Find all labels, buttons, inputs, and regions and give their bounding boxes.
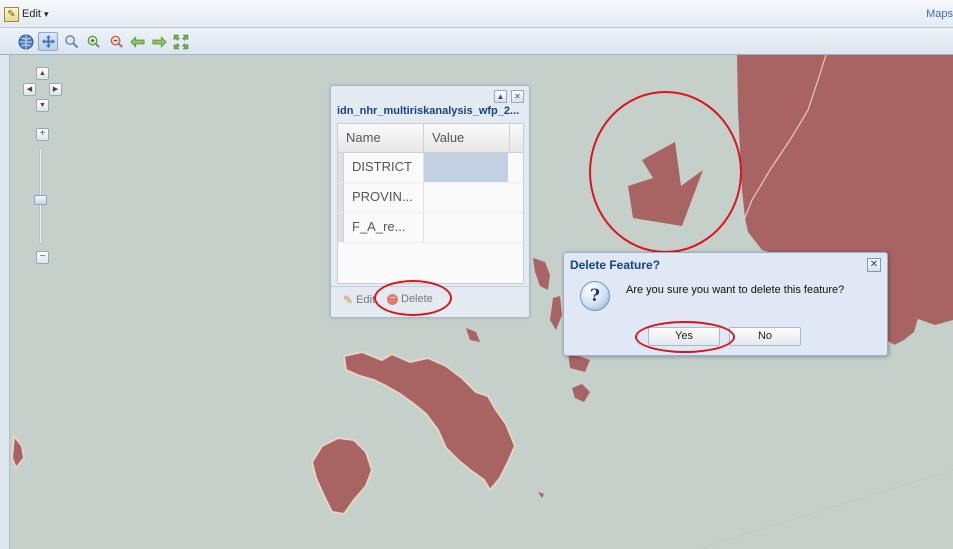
left-collapse-strip[interactable] [0, 55, 10, 549]
table-row[interactable]: DISTRICT [338, 153, 523, 183]
edit-tools-icon: ✎ [4, 6, 19, 22]
zoom-slider-thumb[interactable] [34, 195, 47, 205]
zoom-in-button[interactable]: + [36, 128, 49, 141]
row-value[interactable] [424, 153, 508, 182]
yes-highlight-circle [635, 321, 735, 353]
dialog-title: Delete Feature? [570, 258, 661, 272]
pan-up-button[interactable]: ▲ [36, 67, 49, 80]
row-name: DISTRICT [344, 153, 424, 182]
grid-header: Name Value [338, 124, 523, 153]
attribute-grid: Name Value DISTRICT PROVIN... F_A_re... [337, 123, 524, 284]
zoom-in-icon[interactable] [83, 32, 103, 51]
chevron-down-icon: ▾ [43, 8, 49, 19]
pan-left-button[interactable]: ◀ [23, 83, 36, 96]
collapse-icon[interactable]: ▲ [494, 90, 507, 103]
globe-icon[interactable] [16, 32, 36, 51]
dialog-message: Are you sure you want to delete this fea… [626, 284, 845, 296]
popup-title: idn_nhr_multiriskanalysis_wfp_2... [337, 105, 520, 117]
feature-highlight-circle [589, 91, 742, 253]
close-icon[interactable]: ✕ [867, 258, 881, 272]
no-button[interactable]: No [729, 327, 801, 346]
zoom-box-icon[interactable] [61, 32, 81, 51]
edit-menu-label: Edit [22, 8, 41, 20]
row-name: F_A_re... [344, 213, 424, 242]
table-row[interactable]: PROVIN... [338, 183, 523, 213]
pencil-icon: ✎ [343, 293, 354, 307]
top-bar: ✎ Edit ▾ Maps [0, 0, 953, 28]
zoom-out-button[interactable]: − [36, 251, 49, 264]
edit-label: Edit [356, 294, 376, 306]
back-icon[interactable] [127, 32, 147, 51]
row-value[interactable] [424, 213, 508, 242]
column-header-value[interactable]: Value [424, 124, 510, 152]
pan-down-button[interactable]: ▼ [36, 99, 49, 112]
close-icon[interactable]: ✕ [511, 90, 524, 103]
forward-icon[interactable] [149, 32, 169, 51]
zoom-extent-icon[interactable] [171, 32, 191, 51]
maps-link[interactable]: Maps [926, 8, 953, 20]
question-icon: ? [580, 281, 610, 311]
row-value[interactable] [424, 183, 508, 212]
pan-right-button[interactable]: ▶ [49, 83, 62, 96]
edit-menu-button[interactable]: ✎ Edit ▾ [4, 5, 49, 23]
row-name: PROVIN... [344, 183, 424, 212]
delete-highlight-circle [374, 280, 452, 316]
edit-button[interactable]: ✎ Edit [343, 293, 375, 307]
column-header-name[interactable]: Name [338, 124, 424, 152]
pan-icon[interactable] [38, 32, 58, 51]
zoom-out-icon[interactable] [106, 32, 126, 51]
map-toolbar [0, 28, 953, 55]
table-row[interactable]: F_A_re... [338, 213, 523, 243]
